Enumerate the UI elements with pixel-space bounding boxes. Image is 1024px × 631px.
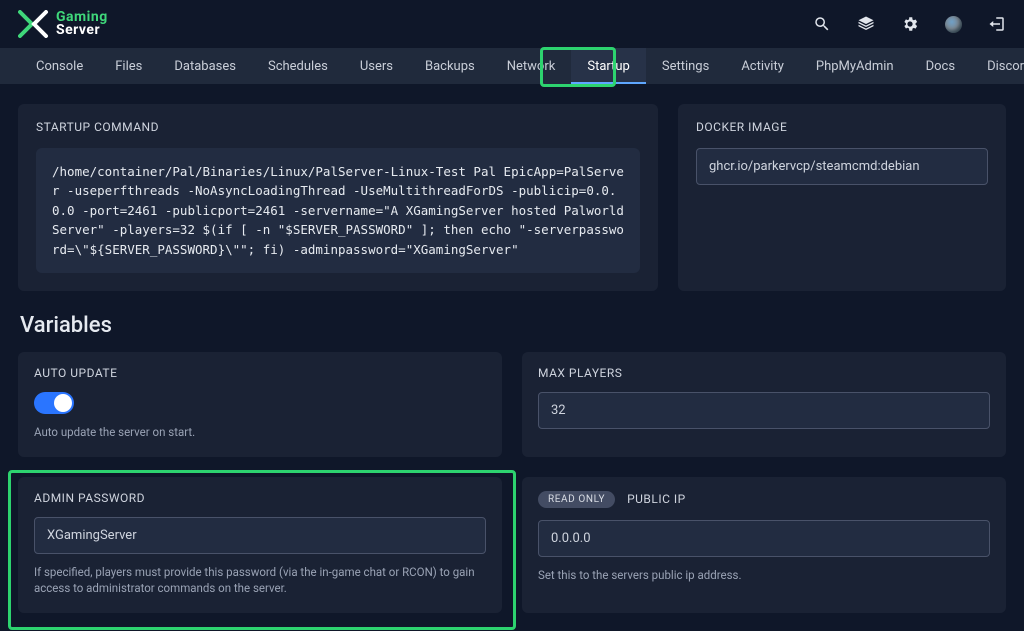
globe-icon[interactable] — [945, 16, 962, 33]
startup-command-value: /home/container/Pal/Binaries/Linux/PalSe… — [36, 148, 640, 273]
startup-command-panel: STARTUP COMMAND /home/container/Pal/Bina… — [18, 104, 658, 291]
auto-update-title: AUTO UPDATE — [34, 366, 117, 380]
public-ip-card: READ ONLY PUBLIC IP 0.0.0.0 Set this to … — [522, 477, 1006, 613]
docker-image-panel: DOCKER IMAGE ghcr.io/parkervcp/steamcmd:… — [678, 104, 1006, 291]
brand-logo[interactable]: Gaming Server — [18, 10, 108, 38]
tab-schedules[interactable]: Schedules — [252, 48, 344, 84]
settings-icon[interactable] — [901, 15, 919, 33]
startup-command-title: STARTUP COMMAND — [36, 120, 640, 134]
variables-heading: Variables — [20, 313, 1006, 338]
topbar: Gaming Server — [0, 0, 1024, 48]
public-ip-title: PUBLIC IP — [627, 492, 686, 506]
auto-update-card: AUTO UPDATE Auto update the server on st… — [18, 352, 502, 457]
tab-console[interactable]: Console — [20, 48, 99, 84]
logout-icon[interactable] — [988, 15, 1006, 33]
auto-update-toggle[interactable] — [34, 392, 74, 414]
content: STARTUP COMMAND /home/container/Pal/Bina… — [0, 84, 1024, 631]
topbar-actions — [813, 15, 1006, 33]
auto-update-helper: Auto update the server on start. — [34, 424, 486, 441]
admin-password-title: ADMIN PASSWORD — [34, 491, 145, 505]
brand-x-icon — [18, 10, 52, 38]
tab-files[interactable]: Files — [99, 48, 158, 84]
layers-icon[interactable] — [857, 15, 875, 33]
public-ip-input: 0.0.0.0 — [538, 520, 990, 557]
brand-text-bottom: Server — [56, 24, 108, 37]
search-icon[interactable] — [813, 15, 831, 33]
admin-password-card: ADMIN PASSWORD XGamingServer If specifie… — [18, 477, 502, 613]
tab-backups[interactable]: Backups — [409, 48, 491, 84]
tab-databases[interactable]: Databases — [158, 48, 252, 84]
admin-password-helper: If specified, players must provide this … — [34, 564, 486, 597]
admin-password-input[interactable]: XGamingServer — [34, 517, 486, 554]
navbar: Console Files Databases Schedules Users … — [0, 48, 1024, 84]
docker-image-title: DOCKER IMAGE — [696, 120, 988, 134]
public-ip-readonly-badge: READ ONLY — [538, 491, 615, 508]
tab-discord[interactable]: Discord — [971, 48, 1024, 84]
tab-users[interactable]: Users — [344, 48, 409, 84]
max-players-card: MAX PLAYERS 32 — [522, 352, 1006, 457]
tab-docs[interactable]: Docs — [910, 48, 971, 84]
tab-phpmyadmin[interactable]: PhpMyAdmin — [800, 48, 910, 84]
variables-grid: AUTO UPDATE Auto update the server on st… — [18, 352, 1006, 613]
tab-startup[interactable]: Startup — [571, 48, 646, 84]
max-players-title: MAX PLAYERS — [538, 366, 622, 380]
tab-settings[interactable]: Settings — [646, 48, 725, 84]
docker-image-select[interactable]: ghcr.io/parkervcp/steamcmd:debian — [696, 148, 988, 185]
tab-activity[interactable]: Activity — [725, 48, 800, 84]
public-ip-helper: Set this to the servers public ip addres… — [538, 567, 990, 584]
tab-network[interactable]: Network — [491, 48, 572, 84]
brand-text: Gaming Server — [56, 11, 108, 36]
max-players-input[interactable]: 32 — [538, 392, 990, 429]
